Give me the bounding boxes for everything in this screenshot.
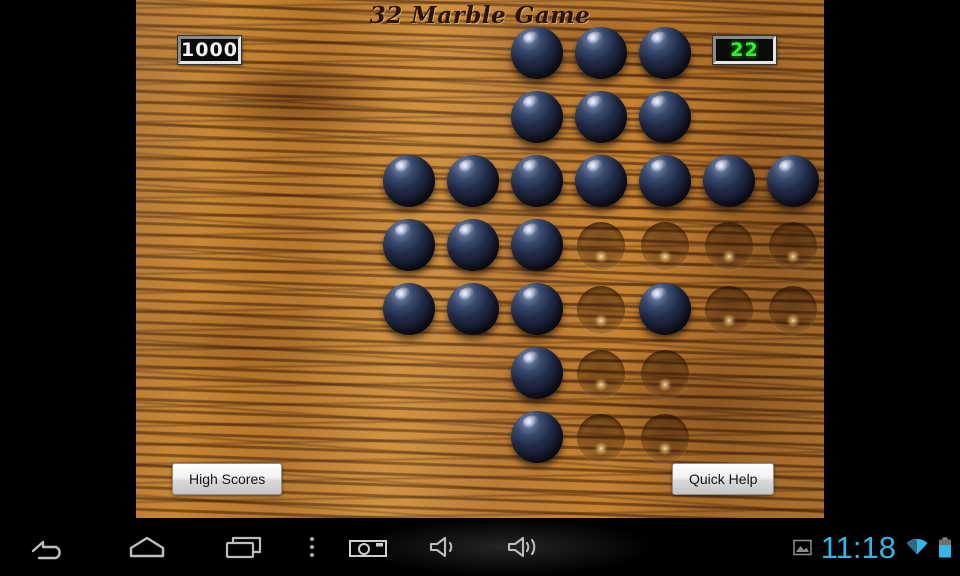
marble[interactable] bbox=[574, 155, 628, 209]
marble-sphere bbox=[767, 155, 819, 207]
score-value: 1000 bbox=[181, 39, 238, 61]
marble-sphere bbox=[575, 91, 627, 143]
screenshot-button[interactable] bbox=[334, 518, 402, 576]
back-button[interactable] bbox=[10, 518, 88, 576]
marble[interactable] bbox=[574, 27, 628, 81]
home-icon bbox=[125, 534, 169, 560]
home-button[interactable] bbox=[108, 518, 186, 576]
volume-up-button[interactable] bbox=[492, 518, 560, 576]
hole-depression bbox=[769, 222, 817, 270]
hole-depression bbox=[705, 286, 753, 334]
marble-sphere bbox=[447, 283, 499, 335]
empty-hole[interactable] bbox=[702, 283, 756, 337]
marble[interactable] bbox=[638, 27, 692, 81]
hole-depression bbox=[641, 350, 689, 398]
marble-sphere bbox=[511, 347, 563, 399]
empty-hole[interactable] bbox=[638, 411, 692, 465]
empty-hole[interactable] bbox=[574, 411, 628, 465]
marble[interactable] bbox=[382, 283, 436, 337]
volume-down-icon bbox=[428, 534, 464, 560]
recents-icon bbox=[223, 534, 267, 560]
empty-hole[interactable] bbox=[766, 219, 820, 273]
marble-sphere bbox=[383, 155, 435, 207]
marble[interactable] bbox=[766, 155, 820, 209]
overflow-menu-button[interactable] bbox=[292, 518, 332, 576]
empty-hole[interactable] bbox=[638, 219, 692, 273]
android-system-bar: 11:18 bbox=[0, 518, 960, 576]
hole-depression bbox=[577, 222, 625, 270]
marble[interactable] bbox=[510, 91, 564, 145]
marble[interactable] bbox=[446, 219, 500, 273]
wooden-board-panel[interactable]: 32 Marble Game 1000 22 High Scores Quick… bbox=[136, 0, 824, 518]
marble-sphere bbox=[703, 155, 755, 207]
page-title: 32 Marble Game bbox=[369, 2, 591, 29]
hole-depression bbox=[641, 414, 689, 462]
wifi-icon[interactable] bbox=[905, 538, 929, 557]
marble-sphere bbox=[639, 27, 691, 79]
marble-sphere bbox=[639, 283, 691, 335]
marble[interactable] bbox=[638, 155, 692, 209]
hole-depression bbox=[641, 222, 689, 270]
back-icon bbox=[29, 534, 69, 560]
empty-hole[interactable] bbox=[574, 347, 628, 401]
marble[interactable] bbox=[638, 91, 692, 145]
marbles-remaining-value: 22 bbox=[730, 39, 759, 61]
marble[interactable] bbox=[638, 283, 692, 337]
marble[interactable] bbox=[382, 155, 436, 209]
hole-depression bbox=[577, 414, 625, 462]
volume-down-button[interactable] bbox=[412, 518, 480, 576]
marble-sphere bbox=[383, 283, 435, 335]
empty-hole[interactable] bbox=[702, 219, 756, 273]
screenshot-notification-icon[interactable] bbox=[792, 538, 812, 557]
marble-sphere bbox=[447, 155, 499, 207]
marble-sphere bbox=[575, 155, 627, 207]
marble-sphere bbox=[639, 155, 691, 207]
volume-up-icon bbox=[506, 534, 546, 560]
marble[interactable] bbox=[510, 219, 564, 273]
marble[interactable] bbox=[510, 411, 564, 465]
hole-depression bbox=[577, 286, 625, 334]
hole-depression bbox=[769, 286, 817, 334]
marble[interactable] bbox=[510, 347, 564, 401]
marble-sphere bbox=[447, 219, 499, 271]
screenshot-camera-icon bbox=[347, 534, 389, 560]
marble-sphere bbox=[511, 91, 563, 143]
marble-sphere bbox=[639, 91, 691, 143]
marble-sphere bbox=[383, 219, 435, 271]
device-screen: 32 Marble Game 1000 22 High Scores Quick… bbox=[0, 0, 960, 576]
marbles-remaining-display: 22 bbox=[713, 36, 776, 64]
marble-sphere bbox=[511, 283, 563, 335]
marble[interactable] bbox=[382, 219, 436, 273]
marble-sphere bbox=[511, 27, 563, 79]
empty-hole[interactable] bbox=[638, 347, 692, 401]
game-viewport: 32 Marble Game 1000 22 High Scores Quick… bbox=[0, 0, 960, 518]
menu-dots-icon bbox=[307, 534, 317, 560]
status-clock: 11:18 bbox=[820, 529, 896, 565]
marble[interactable] bbox=[702, 155, 756, 209]
marble[interactable] bbox=[510, 155, 564, 209]
marble-sphere bbox=[575, 27, 627, 79]
marble[interactable] bbox=[574, 91, 628, 145]
battery-icon[interactable] bbox=[938, 537, 952, 558]
hole-depression bbox=[705, 222, 753, 270]
empty-hole[interactable] bbox=[574, 283, 628, 337]
score-display: 1000 bbox=[178, 36, 241, 64]
marble-sphere bbox=[511, 219, 563, 271]
marble[interactable] bbox=[446, 283, 500, 337]
high-scores-button[interactable]: High Scores bbox=[172, 463, 283, 495]
marble[interactable] bbox=[510, 27, 564, 81]
empty-hole[interactable] bbox=[574, 219, 628, 273]
marble[interactable] bbox=[446, 155, 500, 209]
empty-hole[interactable] bbox=[766, 283, 820, 337]
quick-help-button[interactable]: Quick Help bbox=[672, 463, 775, 495]
marble-sphere bbox=[511, 155, 563, 207]
marble-sphere bbox=[511, 411, 563, 463]
marble[interactable] bbox=[510, 283, 564, 337]
hole-depression bbox=[577, 350, 625, 398]
recents-button[interactable] bbox=[206, 518, 284, 576]
status-icons-area[interactable]: 11:18 bbox=[792, 518, 952, 576]
marble-board-grid[interactable] bbox=[382, 27, 824, 475]
